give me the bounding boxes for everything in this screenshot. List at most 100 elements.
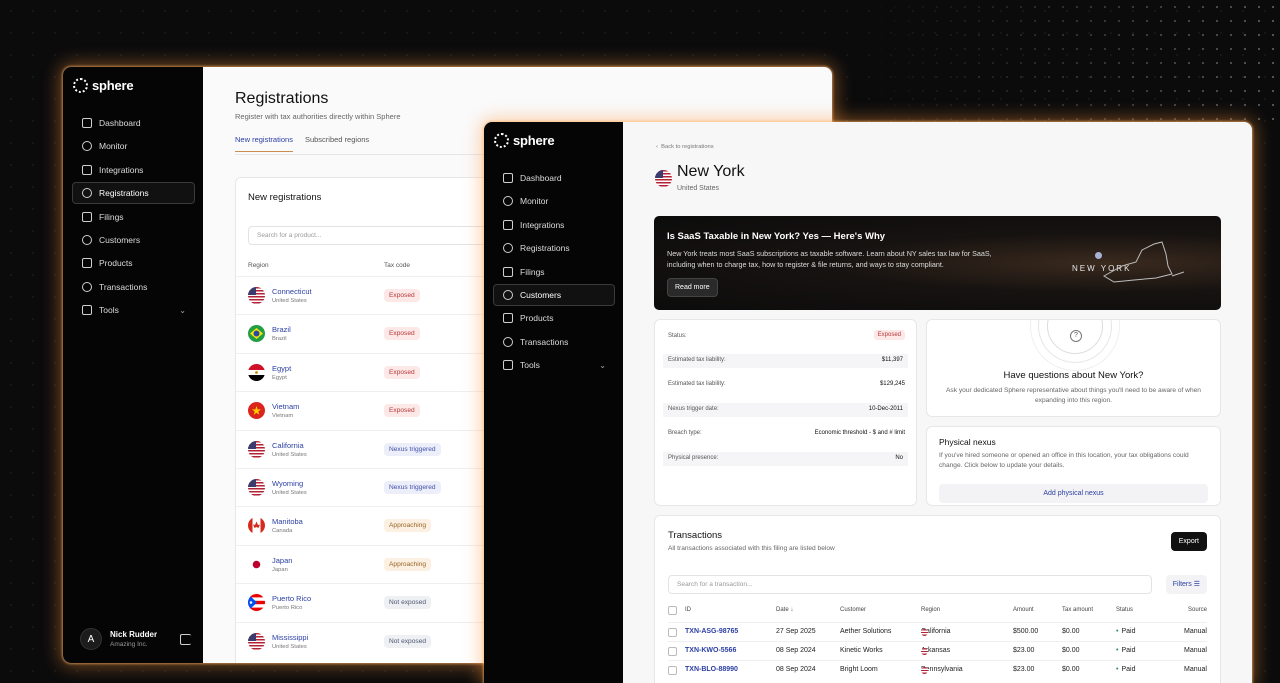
status-key: Nexus trigger date: (668, 406, 719, 412)
home-icon (503, 173, 513, 183)
sidebar: sphere Dashboard Monitor Integrations Regis… (484, 122, 623, 683)
avatar: A (80, 628, 102, 650)
region-name-link[interactable]: Connecticut (272, 287, 312, 296)
folder-icon (82, 211, 92, 222)
column-id[interactable]: ID (685, 607, 691, 613)
sidebar-item-monitor[interactable]: Monitor (72, 135, 195, 157)
column-tax-code: Tax code (384, 262, 411, 269)
sidebar-item-label: Registrations (99, 188, 149, 199)
region-country: Vietnam (272, 413, 294, 420)
us-flag-icon (921, 667, 928, 674)
sidebar-item-tools[interactable]: Tools ⌄ (72, 299, 195, 321)
sidebar: sphere Dashboard Monitor Integrations Regis… (63, 67, 203, 663)
us-flag-icon (921, 648, 928, 655)
region-name-link[interactable]: Puerto Rico (272, 594, 311, 603)
transaction-id-link[interactable]: TXN-ASG-98765 (685, 628, 738, 635)
region-name-link[interactable]: Brazil (272, 325, 291, 334)
sidebar-item-integrations[interactable]: Integrations (493, 214, 615, 236)
sidebar-item-label: Monitor (99, 141, 128, 152)
row-checkbox[interactable] (668, 628, 677, 637)
tab-subscribed-regions[interactable]: Subscribed regions (305, 135, 369, 152)
status-key: Status: (668, 333, 687, 339)
table-row[interactable]: TXN-BLO-88990 08 Sep 2024 Bright Loom Penns… (668, 660, 1207, 679)
filters-button[interactable]: Filters ☰ (1165, 575, 1207, 594)
sidebar-item-label: Dashboard (520, 173, 562, 183)
sidebar-item-integrations[interactable]: Integrations (72, 159, 195, 181)
us-flag-icon (248, 632, 265, 650)
status-row: Physical presence: No (663, 452, 908, 466)
transaction-id-link[interactable]: TXN-KWO-5566 (685, 647, 736, 654)
column-tax-amount[interactable]: Tax amount (1062, 607, 1093, 613)
logout-icon[interactable] (180, 633, 191, 645)
add-physical-nexus-button[interactable]: Add physical nexus (939, 484, 1208, 503)
sidebar-item-registrations[interactable]: Registrations (72, 182, 195, 205)
sidebar-item-filings[interactable]: Filings (72, 206, 195, 228)
status-badge: Not exposed (384, 596, 432, 610)
column-date[interactable]: Date ↓ (776, 607, 793, 613)
user-profile[interactable]: A Nick Rudder Amazing Inc. (80, 628, 191, 650)
nexus-status-card: Status: Exposed Estimated tax liability: $1… (654, 319, 917, 506)
table-row[interactable]: TXN-ASG-98765 27 Sep 2025 Aether Solutions… (668, 622, 1207, 641)
physical-nexus-card: Physical nexus If you've hired someone o… (926, 426, 1221, 506)
row-checkbox[interactable] (668, 647, 677, 656)
column-customer[interactable]: Customer (840, 607, 866, 613)
location-pin-icon (503, 243, 513, 254)
chevron-down-icon[interactable]: ⌄ (599, 361, 606, 370)
sidebar-item-customers[interactable]: Customers (72, 229, 195, 251)
transaction-id-link[interactable]: TXN-BLO-88990 (685, 666, 738, 673)
questions-title: Have questions about New York? (1003, 370, 1144, 381)
sidebar-item-products[interactable]: Products (493, 307, 615, 329)
wrench-icon (82, 305, 92, 316)
sidebar-nav: Dashboard Monitor Integrations Registration… (493, 167, 615, 378)
region-name-link[interactable]: Mississippi (272, 633, 308, 642)
us-flag-icon (248, 478, 265, 496)
box-icon (503, 313, 513, 324)
column-amount[interactable]: Amount (1013, 607, 1034, 613)
question-icon: ? (1070, 330, 1082, 342)
sidebar-item-transactions[interactable]: Transactions (72, 276, 195, 298)
banner-body: New York treats most SaaS subscriptions … (667, 249, 992, 269)
sidebar-item-dashboard[interactable]: Dashboard (72, 112, 195, 134)
status-row: Status: Exposed (668, 330, 905, 344)
dollar-icon (503, 336, 513, 347)
sidebar-item-filings[interactable]: Filings (493, 261, 615, 283)
column-status[interactable]: Status (1116, 607, 1133, 613)
table-row[interactable]: TXN-KWO-5566 08 Sep 2024 Kinetic Works Arka… (668, 641, 1207, 660)
row-checkbox[interactable] (668, 666, 677, 675)
region-name-link[interactable]: Manitoba (272, 517, 303, 526)
sidebar-item-monitor[interactable]: Monitor (493, 190, 615, 212)
sidebar-item-customers[interactable]: Customers (493, 283, 615, 306)
transactions-title: Transactions (668, 530, 723, 541)
region-name-link[interactable]: Japan (272, 556, 292, 565)
column-region[interactable]: Region (921, 607, 940, 613)
status-badge: Exposed (384, 404, 420, 418)
select-all-checkbox[interactable] (668, 606, 677, 615)
transaction-date: 08 Sep 2024 (776, 666, 816, 673)
sphere-logo[interactable]: sphere (494, 133, 555, 148)
sidebar-item-dashboard[interactable]: Dashboard (493, 167, 615, 189)
transaction-customer: Kinetic Works (840, 647, 883, 654)
back-to-registrations-link[interactable]: ‹ Back to registrations (656, 144, 714, 150)
sidebar-item-transactions[interactable]: Transactions (493, 331, 615, 353)
sidebar-item-products[interactable]: Products (72, 252, 195, 274)
region-name-link[interactable]: Egypt (272, 364, 291, 373)
chevron-down-icon[interactable]: ⌄ (179, 306, 186, 315)
sphere-logo[interactable]: sphere (73, 78, 134, 93)
folder-icon (503, 266, 513, 277)
region-name-link[interactable]: Vietnam (272, 402, 299, 411)
sidebar-item-tools[interactable]: Tools ⌄ (493, 354, 615, 376)
puerto-rico-flag-icon (248, 594, 265, 612)
read-more-button[interactable]: Read more (667, 278, 718, 297)
region-name-link[interactable]: Wyoming (272, 479, 303, 488)
us-flag-icon (248, 440, 265, 458)
status-badge: Approaching (384, 519, 432, 533)
transaction-search-input[interactable]: Search for a transaction... (668, 575, 1152, 594)
region-country: Canada (272, 528, 293, 535)
status-badge: Exposed (384, 289, 420, 302)
export-button[interactable]: Export (1170, 532, 1207, 551)
tab-new-registrations[interactable]: New registrations (235, 135, 293, 152)
sidebar-item-label: Customers (520, 289, 562, 300)
column-source[interactable]: Source (1188, 607, 1207, 613)
region-name-link[interactable]: California (272, 441, 304, 450)
sidebar-item-registrations[interactable]: Registrations (493, 237, 615, 259)
